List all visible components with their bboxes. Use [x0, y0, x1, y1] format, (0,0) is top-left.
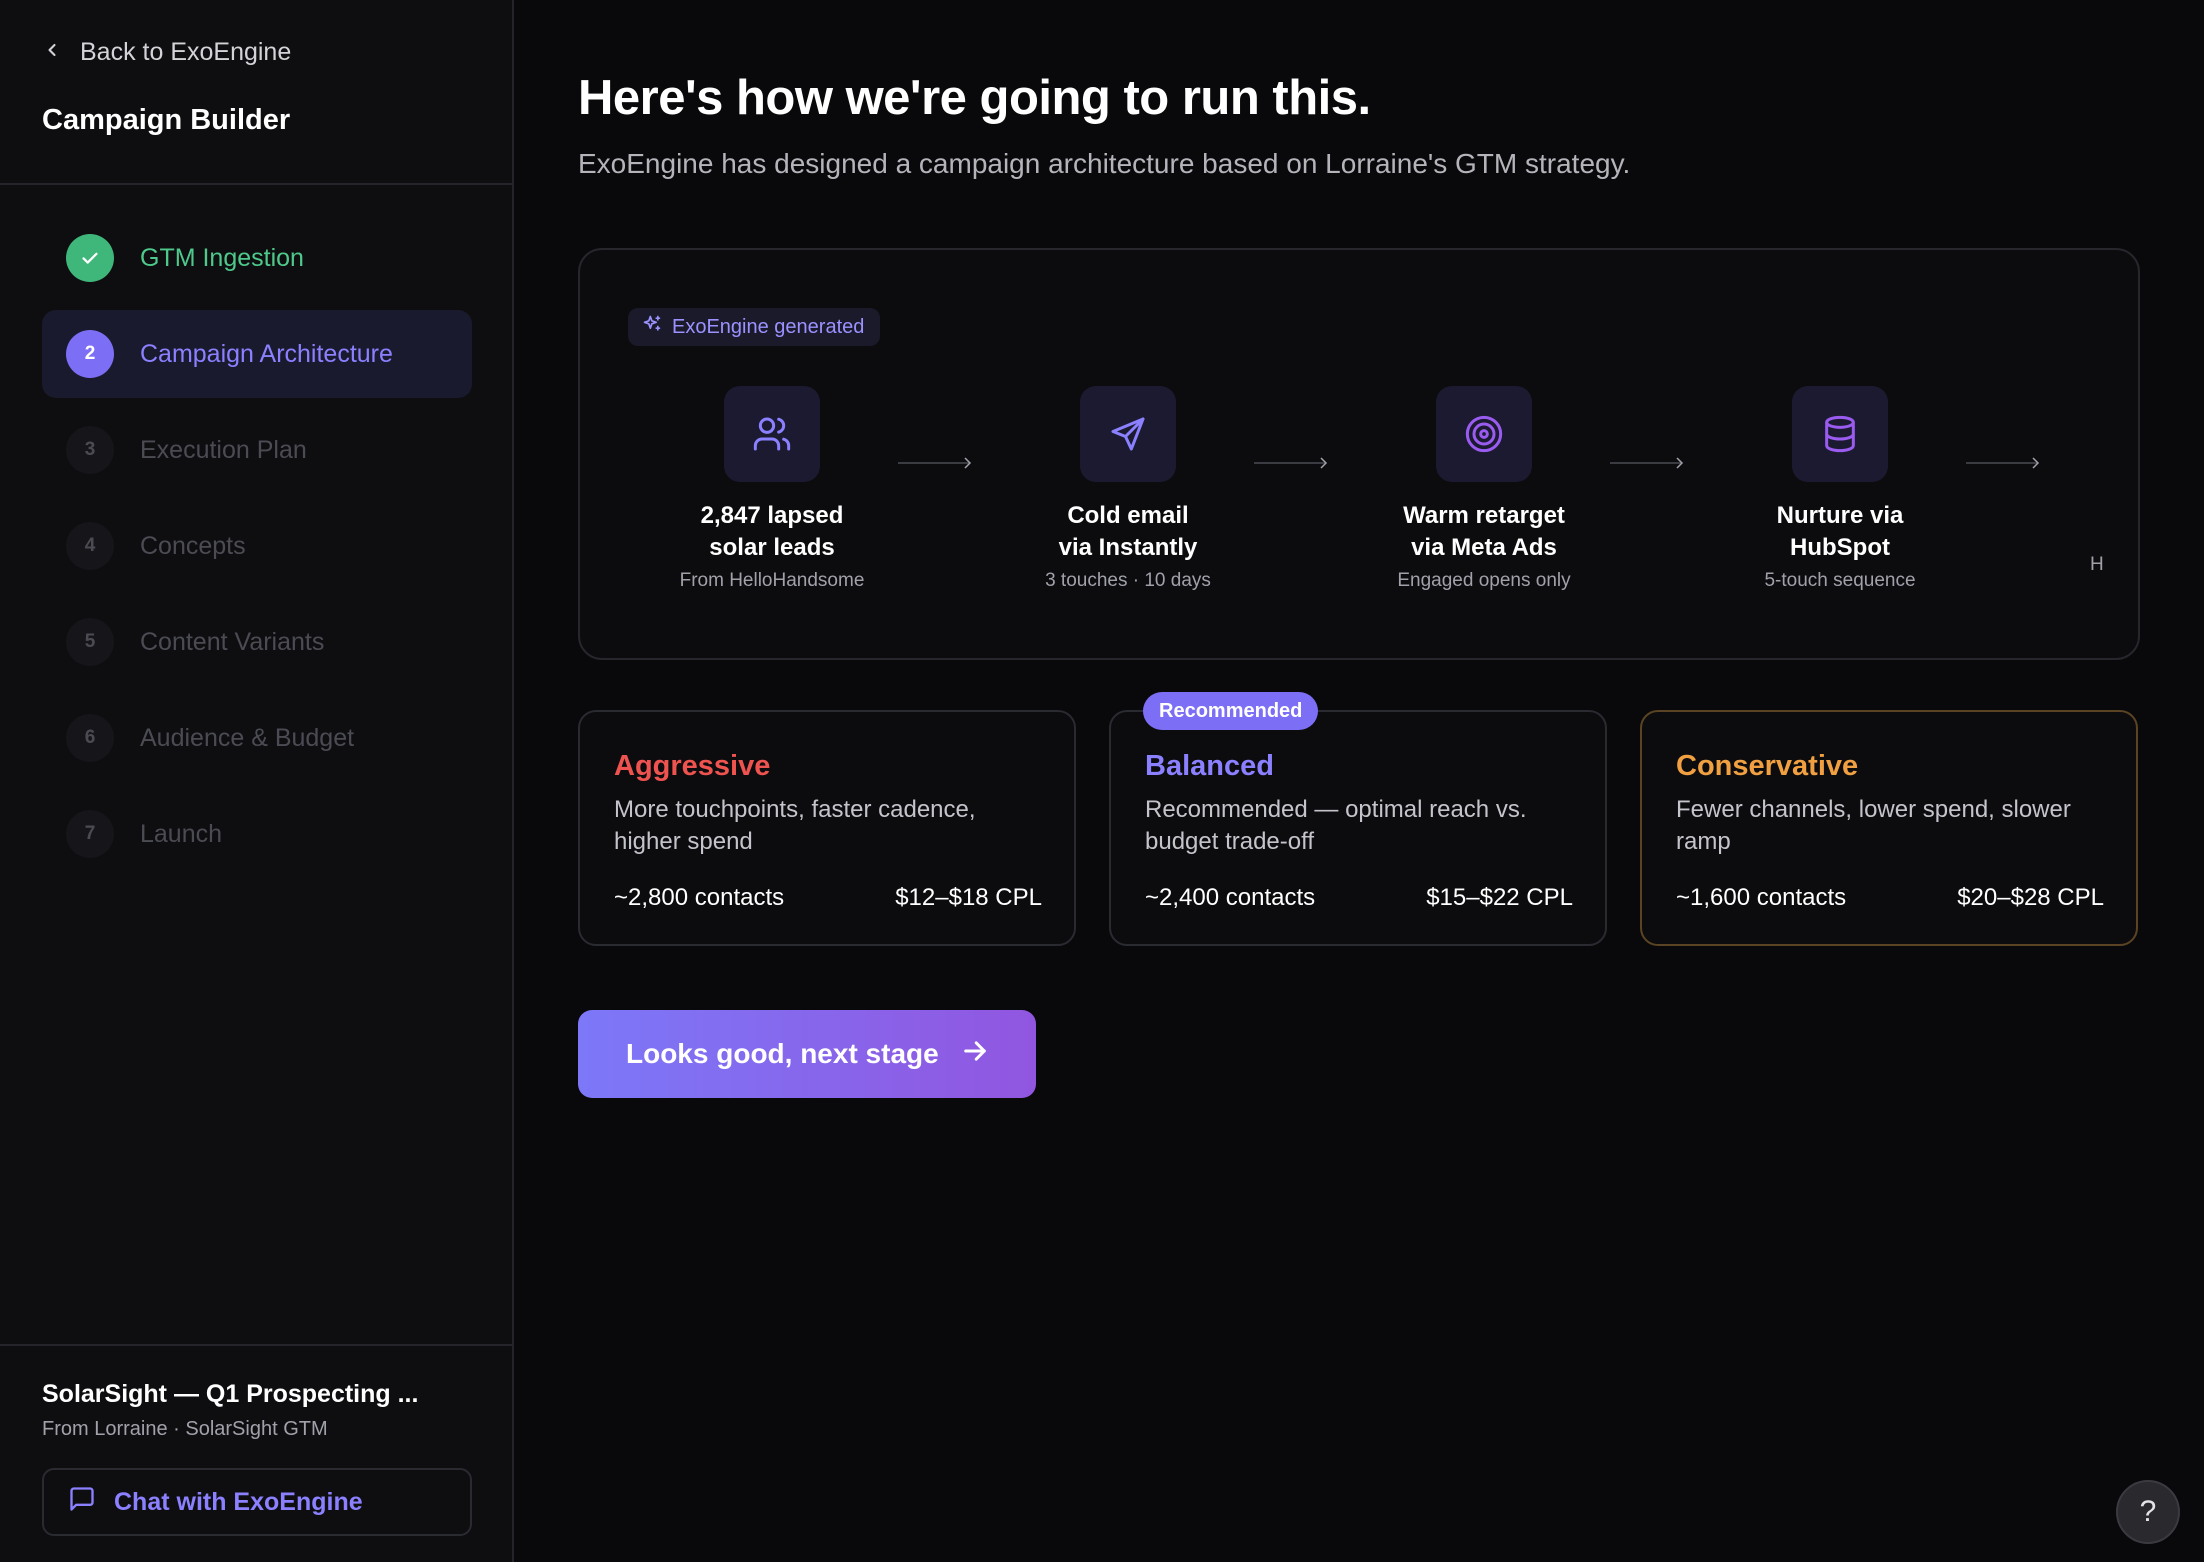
strategy-description: More touchpoints, faster cadence, higher…	[614, 796, 976, 855]
arrow-right-icon	[961, 1037, 989, 1072]
project-subtitle: From Lorraine · SolarSight GTM	[42, 1418, 328, 1440]
strategy-contacts: ~2,800 contacts	[614, 884, 785, 911]
send-icon	[1080, 386, 1176, 482]
step-execution-plan[interactable]: 3 Execution Plan	[42, 406, 472, 494]
database-icon	[1792, 386, 1888, 482]
flow-title-line: via Meta Ads	[1411, 534, 1557, 561]
chat-button[interactable]: Chat with ExoEngine	[42, 1468, 472, 1536]
step-audience-budget[interactable]: 6 Audience & Budget	[42, 694, 472, 782]
step-concepts[interactable]: 4 Concepts	[42, 502, 472, 590]
flow-step-cold-email: Cold email via Instantly 3 touches · 10 …	[1003, 386, 1253, 592]
page-subtitle: ExoEngine has designed a campaign archit…	[578, 148, 1631, 179]
help-button[interactable]: ?	[2116, 1480, 2180, 1544]
step-number: 7	[66, 810, 114, 858]
page-title: Here's how we're going to run this.	[578, 71, 1371, 125]
strategy-contacts: ~2,400 contacts	[1145, 884, 1316, 911]
flow-title-line: HubSpot	[1790, 534, 1890, 561]
flow-title-line: Nurture via	[1776, 502, 1904, 529]
step-label: Content Variants	[140, 627, 325, 656]
sidebar: Back to ExoEngine Campaign Builder GTM I…	[0, 0, 514, 1562]
step-list: GTM Ingestion 2 Campaign Architecture 3 …	[42, 214, 472, 886]
strategy-card-conservative[interactable]: Conservative Fewer channels, lower spend…	[1640, 710, 2138, 946]
strategy-cpl: $20–$28 CPL	[1957, 884, 2104, 911]
strategy-cpl: $12–$18 CPL	[895, 884, 1042, 911]
flow-step-meta: Engaged opens only	[1397, 570, 1571, 591]
strategy-cpl: $15–$22 CPL	[1426, 884, 1573, 911]
flow-step-meta: From HelloHandsome	[679, 570, 865, 591]
step-number: 6	[66, 714, 114, 762]
flow-title-line: Cold email	[1067, 502, 1189, 529]
strategy-card-aggressive[interactable]: Aggressive More touchpoints, faster cade…	[578, 710, 1076, 946]
chat-icon	[68, 1485, 96, 1520]
strategy-description: Fewer channels, lower spend, slower ramp	[1676, 796, 2071, 855]
step-number: 4	[66, 522, 114, 570]
flow-step-title: Nurture via HubSpot	[1715, 500, 1965, 564]
arrow-right-icon	[1966, 457, 2040, 469]
back-link-label: Back to ExoEngine	[80, 38, 292, 66]
back-link[interactable]: Back to ExoEngine	[42, 38, 291, 67]
arrow-right-icon	[1610, 457, 1684, 469]
flow-step-meta: 3 touches · 10 days	[1045, 570, 1211, 591]
flow-step-retarget: Warm retarget via Meta Ads Engaged opens…	[1359, 386, 1609, 592]
flow-step-title: Warm retarget via Meta Ads	[1359, 500, 1609, 564]
chevron-left-icon	[42, 38, 62, 67]
step-number: 3	[66, 426, 114, 474]
flow-title-line: solar leads	[709, 534, 835, 561]
main-content: Here's how we're going to run this. ExoE…	[514, 0, 2204, 1562]
flow-step-leads: 2,847 lapsed solar leads From HelloHands…	[647, 386, 897, 592]
strategy-name: Balanced	[1145, 750, 1274, 782]
strategy-name: Aggressive	[614, 750, 771, 782]
generated-badge: ExoEngine generated	[628, 308, 881, 346]
project-title: SolarSight — Q1 Prospecting ...	[42, 1380, 419, 1408]
step-number: 2	[66, 330, 114, 378]
arrow-right-icon	[898, 457, 972, 469]
step-campaign-architecture[interactable]: 2 Campaign Architecture	[42, 310, 472, 398]
strategy-name: Conservative	[1676, 750, 1859, 782]
step-label: Launch	[140, 819, 223, 848]
step-label: Audience & Budget	[140, 723, 355, 752]
divider	[0, 183, 512, 185]
step-number: 5	[66, 618, 114, 666]
flow-title-line: via Instantly	[1058, 534, 1198, 561]
step-launch[interactable]: 7 Launch	[42, 790, 472, 878]
strategy-card-balanced[interactable]: Recommended Balanced Recommended — optim…	[1109, 692, 1607, 946]
next-stage-label: Looks good, next stage	[626, 1038, 939, 1069]
step-gtm-ingestion[interactable]: GTM Ingestion	[42, 214, 472, 302]
flow-step-overflow: H	[2090, 554, 2104, 575]
flow-title-line: Warm retarget	[1403, 502, 1565, 529]
generated-badge-label: ExoEngine generated	[672, 315, 865, 338]
sparkle-icon	[642, 314, 662, 340]
flow-step-meta: 5-touch sequence	[1764, 570, 1916, 591]
users-icon	[724, 386, 820, 482]
divider	[0, 1344, 512, 1346]
flow-step-title: 2,847 lapsed solar leads	[647, 500, 897, 564]
flow-step-title: Cold email via Instantly	[1003, 500, 1253, 564]
strategy-contacts: ~1,600 contacts	[1676, 884, 1847, 911]
next-stage-button[interactable]: Looks good, next stage	[578, 1010, 1036, 1098]
check-icon	[66, 234, 114, 282]
target-icon	[1436, 386, 1532, 482]
chat-button-label: Chat with ExoEngine	[114, 1487, 363, 1516]
step-content-variants[interactable]: 5 Content Variants	[42, 598, 472, 686]
step-label: Concepts	[140, 531, 246, 560]
step-label: Execution Plan	[140, 435, 307, 464]
recommended-badge: Recommended	[1143, 692, 1319, 730]
strategy-description: Recommended — optimal reach vs. budget t…	[1145, 796, 1527, 855]
arrow-right-icon	[1254, 457, 1328, 469]
sidebar-title: Campaign Builder	[42, 104, 291, 136]
flow-step-nurture: Nurture via HubSpot 5-touch sequence	[1715, 386, 1965, 592]
flow-title-line: 2,847 lapsed	[700, 502, 844, 529]
step-label: Campaign Architecture	[140, 339, 393, 368]
campaign-flow-card: ExoEngine generated 2,847 lapsed solar l…	[578, 248, 2140, 660]
step-label: GTM Ingestion	[140, 243, 304, 272]
